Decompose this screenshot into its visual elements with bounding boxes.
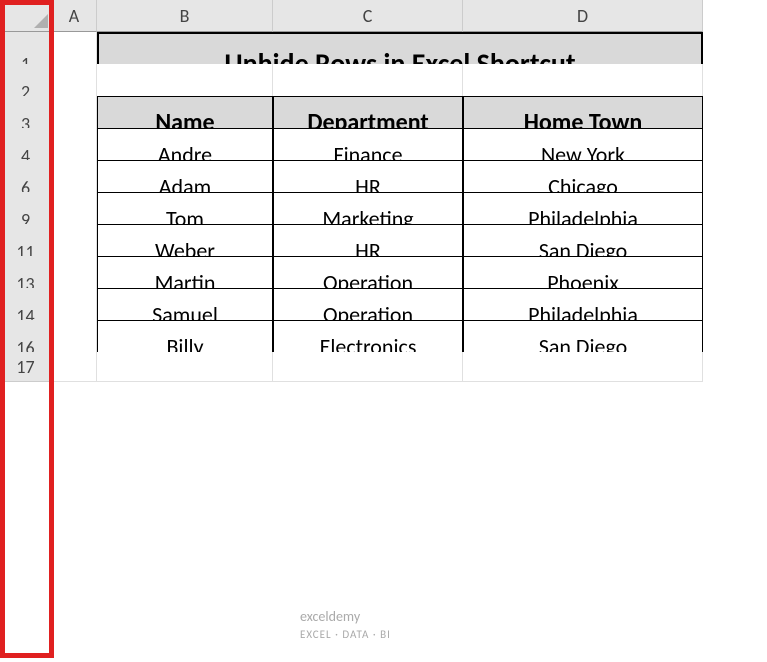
cell-b17[interactable] — [97, 352, 273, 382]
watermark-brand: exceldemy — [300, 608, 360, 625]
col-header-b[interactable]: B — [97, 0, 273, 32]
col-header-a[interactable]: A — [52, 0, 97, 32]
cell-c17[interactable] — [273, 352, 463, 382]
cell-d17[interactable] — [463, 352, 703, 382]
select-all-corner[interactable] — [0, 0, 52, 32]
watermark: exceldemy EXCEL · DATA · BI — [300, 608, 391, 642]
watermark-tagline: EXCEL · DATA · BI — [300, 628, 391, 641]
spreadsheet-grid: A B C D 1 Unhide Rows in Excel Shortcut … — [0, 0, 767, 384]
col-header-c[interactable]: C — [273, 0, 463, 32]
row-header-17[interactable]: 17 — [0, 352, 52, 382]
cell-a17[interactable] — [52, 352, 97, 382]
col-header-d[interactable]: D — [463, 0, 703, 32]
